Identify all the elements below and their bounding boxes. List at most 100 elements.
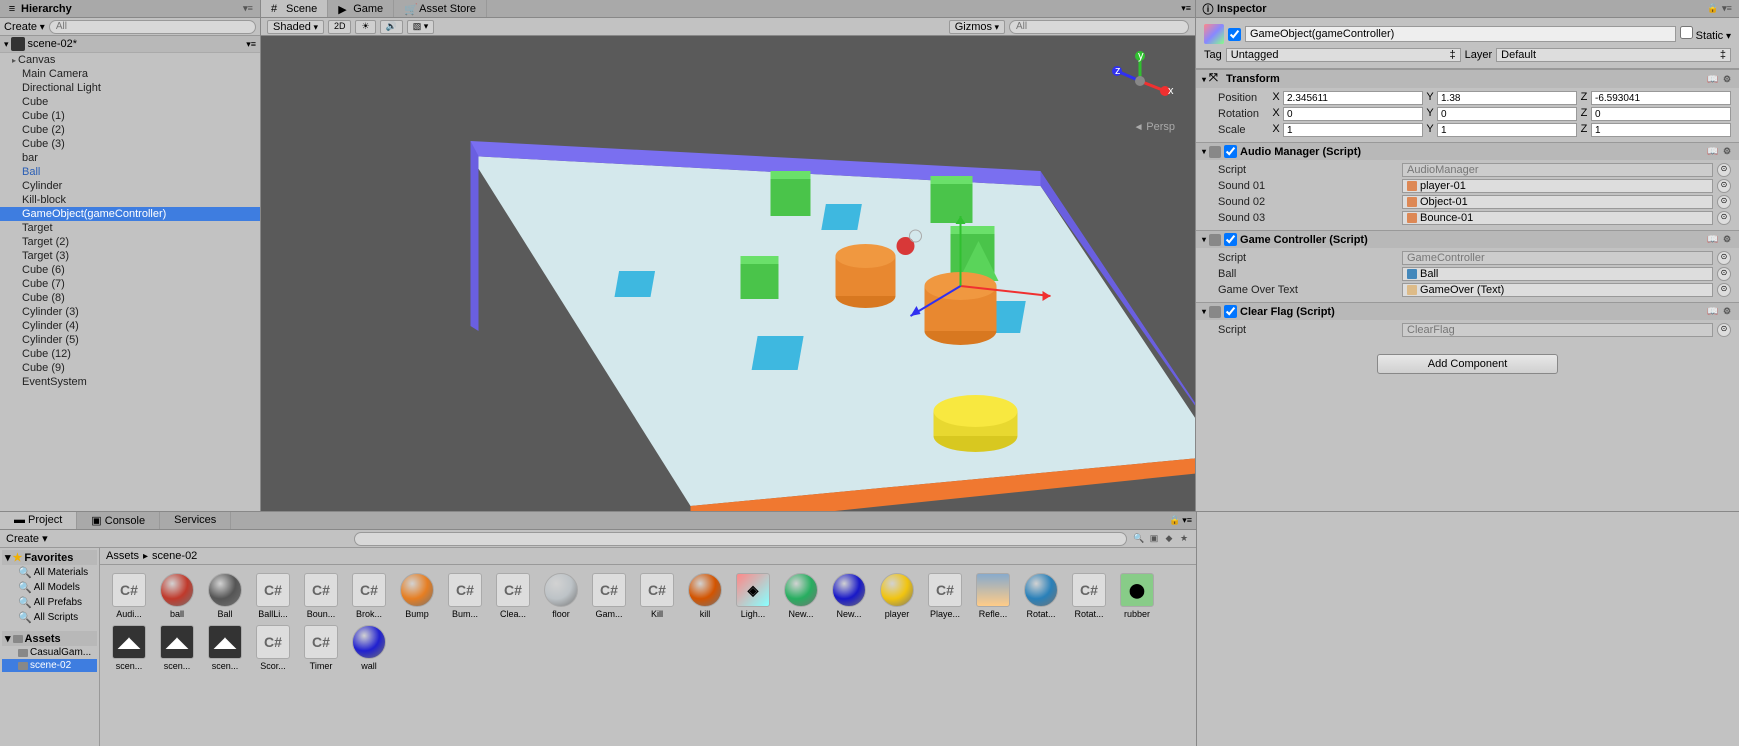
- asset-item[interactable]: C#Kill: [636, 573, 678, 619]
- asset-item[interactable]: C#Bum...: [444, 573, 486, 619]
- favorites-item[interactable]: 🔍All Prefabs: [2, 595, 97, 610]
- fx-toggle-icon[interactable]: ▧ ▾: [407, 20, 435, 34]
- inspector-tab[interactable]: ⓘ Inspector 🔒▾≡: [1196, 0, 1739, 18]
- save-search-icon[interactable]: ★: [1178, 533, 1190, 545]
- scene-row[interactable]: ▾ scene-02* ▾≡: [0, 36, 260, 53]
- tag-dropdown[interactable]: Untagged ‡: [1226, 48, 1461, 62]
- gizmos-dropdown[interactable]: Gizmos ▾: [949, 20, 1005, 34]
- folder-item[interactable]: CasualGam...: [2, 646, 97, 659]
- tab-asset-store[interactable]: 🛒Asset Store: [394, 0, 487, 17]
- hierarchy-item[interactable]: Cube (12): [0, 347, 260, 361]
- hierarchy-tab[interactable]: ≡ Hierarchy ▾≡: [0, 0, 260, 18]
- asset-item[interactable]: C#Gam...: [588, 573, 630, 619]
- hierarchy-item[interactable]: Cylinder: [0, 179, 260, 193]
- ball-field[interactable]: Ball: [1402, 267, 1713, 281]
- tab-services[interactable]: Services: [160, 512, 231, 529]
- transform-header[interactable]: ▾ ⤧ Transform 📖⚙: [1196, 70, 1739, 88]
- component-enabled-checkbox[interactable]: [1224, 145, 1237, 158]
- object-picker-icon[interactable]: ⊙: [1717, 179, 1731, 193]
- hierarchy-item[interactable]: Cube (3): [0, 137, 260, 151]
- position-z-input[interactable]: [1591, 91, 1731, 105]
- gameover-field[interactable]: GameOver (Text): [1402, 283, 1713, 297]
- search-filter-icon[interactable]: 🔍: [1133, 533, 1145, 545]
- orientation-gizmo[interactable]: x y z: [1105, 46, 1175, 116]
- tab-scene[interactable]: #Scene: [261, 0, 328, 17]
- asset-item[interactable]: C#Clea...: [492, 573, 534, 619]
- filter-type-icon[interactable]: ▣: [1148, 533, 1160, 545]
- hierarchy-item[interactable]: Ball: [0, 165, 260, 179]
- hierarchy-search-input[interactable]: [49, 20, 256, 34]
- tab-game[interactable]: ▶Game: [328, 0, 394, 17]
- audio-manager-header[interactable]: ▾ Audio Manager (Script) 📖⚙: [1196, 143, 1739, 160]
- hierarchy-item[interactable]: Cube (1): [0, 109, 260, 123]
- hierarchy-item[interactable]: Main Camera: [0, 67, 260, 81]
- hierarchy-item[interactable]: Cube (2): [0, 123, 260, 137]
- fold-icon[interactable]: ▾: [1202, 235, 1206, 244]
- shading-dropdown[interactable]: Shaded ▾: [267, 20, 324, 34]
- asset-item[interactable]: ball: [156, 573, 198, 619]
- hierarchy-item[interactable]: bar: [0, 151, 260, 165]
- hierarchy-item[interactable]: Canvas: [0, 53, 260, 67]
- settings-icon[interactable]: ⚙: [1721, 306, 1733, 318]
- hierarchy-item[interactable]: Cube (6): [0, 263, 260, 277]
- sound01-field[interactable]: player-01: [1402, 179, 1713, 193]
- hierarchy-item[interactable]: Directional Light: [0, 81, 260, 95]
- asset-item[interactable]: C#Audi...: [108, 573, 150, 619]
- hierarchy-item[interactable]: Cube (8): [0, 291, 260, 305]
- object-picker-icon[interactable]: ⊙: [1717, 323, 1731, 337]
- asset-item[interactable]: C#Timer: [300, 625, 342, 671]
- settings-icon[interactable]: ⚙: [1721, 146, 1733, 158]
- position-y-input[interactable]: [1437, 91, 1577, 105]
- fold-icon[interactable]: ▾: [1202, 75, 1206, 84]
- breadcrumb-item[interactable]: scene-02: [152, 550, 197, 562]
- hierarchy-item[interactable]: Kill-block: [0, 193, 260, 207]
- clear-flag-header[interactable]: ▾ Clear Flag (Script) 📖⚙: [1196, 303, 1739, 320]
- fold-icon[interactable]: ▾: [4, 39, 9, 50]
- static-checkbox[interactable]: Static ▾: [1680, 26, 1731, 42]
- project-create-dropdown[interactable]: Create ▾: [6, 532, 48, 545]
- tab-project[interactable]: ▬ Project: [0, 512, 77, 529]
- help-icon[interactable]: 📖: [1707, 234, 1719, 246]
- project-breadcrumb[interactable]: Assets ▸ scene-02: [100, 548, 1196, 565]
- object-picker-icon[interactable]: ⊙: [1717, 251, 1731, 265]
- panel-menu-icon[interactable]: ▾≡: [1721, 3, 1733, 15]
- hierarchy-item[interactable]: Target (2): [0, 235, 260, 249]
- scene-menu-icon[interactable]: ▾≡: [246, 39, 256, 50]
- fold-icon[interactable]: ▾: [1202, 307, 1206, 316]
- asset-item[interactable]: C#Brok...: [348, 573, 390, 619]
- help-icon[interactable]: 📖: [1707, 73, 1719, 85]
- assets-header[interactable]: ▾Assets: [2, 631, 97, 646]
- sound02-field[interactable]: Object-01: [1402, 195, 1713, 209]
- scale-x-input[interactable]: [1283, 123, 1423, 137]
- object-picker-icon[interactable]: ⊙: [1717, 283, 1731, 297]
- 2d-toggle[interactable]: 2D: [328, 20, 352, 34]
- favorites-item[interactable]: 🔍All Scripts: [2, 610, 97, 625]
- active-checkbox[interactable]: [1228, 28, 1241, 41]
- asset-item[interactable]: C#Boun...: [300, 573, 342, 619]
- tab-console[interactable]: ▣ Console: [77, 512, 160, 529]
- hierarchy-item[interactable]: Cylinder (5): [0, 333, 260, 347]
- asset-item[interactable]: ⬤rubber: [1116, 573, 1158, 619]
- asset-item[interactable]: ◈Ligh...: [732, 573, 774, 619]
- component-enabled-checkbox[interactable]: [1224, 305, 1237, 318]
- lighting-toggle-icon[interactable]: ☀: [355, 20, 375, 34]
- hierarchy-item[interactable]: Cube (7): [0, 277, 260, 291]
- game-controller-header[interactable]: ▾ Game Controller (Script) 📖⚙: [1196, 231, 1739, 248]
- asset-item[interactable]: kill: [684, 573, 726, 619]
- create-dropdown[interactable]: Create ▾: [4, 21, 45, 33]
- project-search-input[interactable]: [354, 532, 1127, 546]
- asset-item[interactable]: ◢◣scen...: [204, 625, 246, 671]
- audio-toggle-icon[interactable]: 🔊: [380, 20, 403, 34]
- filter-label-icon[interactable]: ◆: [1163, 533, 1175, 545]
- favorites-item[interactable]: 🔍All Materials: [2, 565, 97, 580]
- asset-item[interactable]: ◢◣scen...: [156, 625, 198, 671]
- hierarchy-item[interactable]: Target: [0, 221, 260, 235]
- hierarchy-item[interactable]: EventSystem: [0, 375, 260, 389]
- hierarchy-item[interactable]: Cylinder (3): [0, 305, 260, 319]
- hierarchy-item[interactable]: Target (3): [0, 249, 260, 263]
- help-icon[interactable]: 📖: [1707, 306, 1719, 318]
- add-component-button[interactable]: Add Component: [1377, 354, 1559, 374]
- lock-icon[interactable]: 🔒: [1169, 515, 1180, 526]
- asset-item[interactable]: player: [876, 573, 918, 619]
- asset-item[interactable]: C#BallLi...: [252, 573, 294, 619]
